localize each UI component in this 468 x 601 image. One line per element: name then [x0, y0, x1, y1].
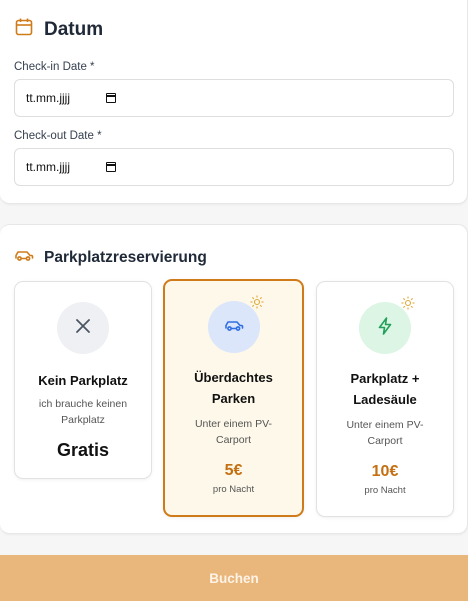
parking-option-charging[interactable]: Parkplatz + Ladesäule Unter einem PV-Car…	[316, 281, 454, 517]
parking-section-title: Parkplatzreservierung	[44, 248, 207, 266]
parking-section: Parkplatzreservierung Kein Parkplatz ich…	[0, 224, 468, 534]
option-title: Überdachtes Parken	[194, 370, 273, 406]
option-price: 10€	[371, 463, 399, 480]
checkin-label: Check-in Date *	[14, 61, 95, 73]
option-subtitle: Unter einem PV-Carport	[346, 419, 424, 447]
option-title: Kein Parkplatz	[38, 373, 128, 388]
date-picker-icon[interactable]	[106, 162, 116, 172]
calendar-icon	[14, 17, 34, 42]
checkout-label: Check-out Date *	[14, 130, 102, 142]
option-price: Gratis	[56, 440, 110, 460]
parking-section-header: Parkplatzreservierung	[14, 247, 207, 268]
checkin-date-value: tt.mm.jjjj	[26, 91, 70, 105]
book-button[interactable]: Buchen	[0, 555, 468, 601]
lightning-icon	[375, 316, 395, 341]
car-icon	[14, 247, 34, 268]
checkout-date-input[interactable]: tt.mm.jjjj	[14, 148, 454, 186]
option-subtitle: ich brauche keinen Parkplatz	[38, 398, 128, 426]
date-section-title: Datum	[44, 18, 104, 40]
date-section-header: Datum	[14, 17, 103, 42]
option-icon-circle	[57, 302, 109, 354]
parking-option-none[interactable]: Kein Parkplatz ich brauche keinen Parkpl…	[14, 281, 152, 479]
option-price: 5€	[224, 462, 243, 479]
option-icon-circle	[359, 302, 411, 354]
option-subtitle: Unter einem PV-Carport	[194, 418, 273, 446]
checkin-date-input[interactable]: tt.mm.jjjj	[14, 79, 454, 117]
option-price-unit: pro Nacht	[212, 484, 255, 495]
checkout-date-value: tt.mm.jjjj	[26, 160, 70, 174]
option-icon-circle	[207, 301, 260, 353]
car-icon	[223, 317, 245, 338]
parking-option-covered[interactable]: Überdachtes Parken Unter einem PV-Carpor…	[163, 279, 304, 517]
option-title: Parkplatz + Ladesäule	[350, 371, 420, 407]
option-price-unit: pro Nacht	[364, 485, 406, 496]
date-section: Datum Check-in Date * tt.mm.jjjj Check-o…	[0, 0, 468, 204]
date-picker-icon[interactable]	[106, 93, 116, 103]
close-icon	[74, 317, 92, 340]
